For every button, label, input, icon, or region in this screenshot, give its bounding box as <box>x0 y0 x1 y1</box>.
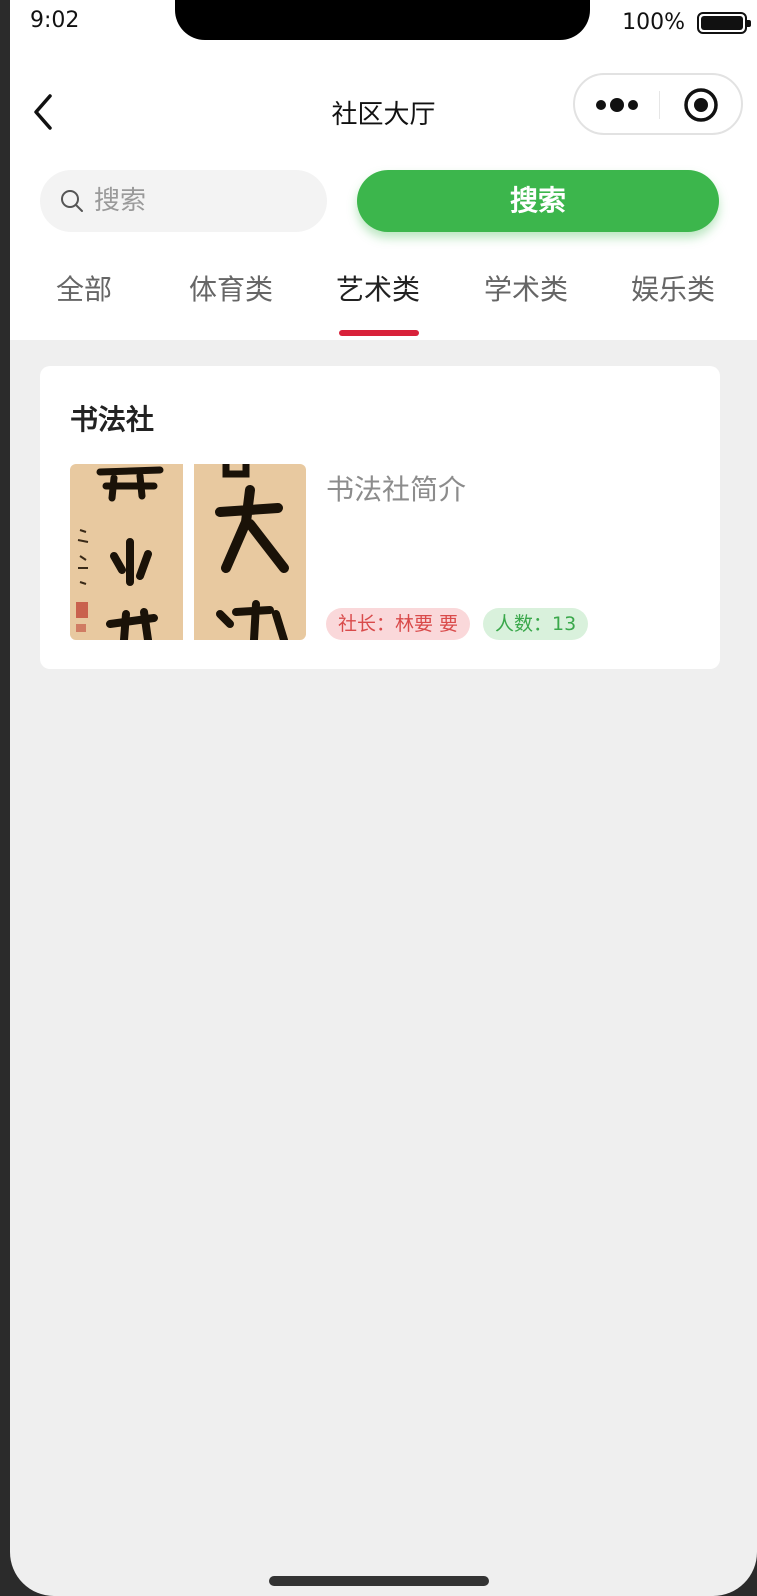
status-time: 9:02 <box>30 8 80 33</box>
battery-icon <box>697 12 751 34</box>
club-intro: 书法社简介 <box>326 473 467 506</box>
home-indicator <box>269 1576 489 1586</box>
tab-sports[interactable]: 体育类 <box>171 268 291 308</box>
leader-badge: 社长：林要 要 <box>326 608 471 640</box>
category-tabs: 全部 体育类 艺术类 学术类 娱乐类 <box>10 268 757 340</box>
device-notch <box>175 0 590 40</box>
club-card[interactable]: 书法社 书法社简介 社长：林要 要 人数：13 <box>40 366 720 669</box>
mini-program-capsule <box>573 73 743 135</box>
close-target-icon[interactable] <box>683 87 719 123</box>
more-dots-icon[interactable] <box>595 95 643 115</box>
capsule-divider <box>659 91 660 119</box>
active-tab-indicator <box>339 330 419 336</box>
member-count-badge: 人数：13 <box>483 608 589 640</box>
phone-screen: 9:02 100% 社区大厅 搜索 全部 体育类 艺术类 学术类 <box>10 0 757 1596</box>
battery-percentage: 100% <box>622 10 685 35</box>
tab-academic[interactable]: 学术类 <box>466 268 586 308</box>
search-icon <box>61 190 83 212</box>
tab-all[interactable]: 全部 <box>24 268 144 308</box>
search-box[interactable] <box>40 170 327 232</box>
search-input[interactable] <box>94 170 314 232</box>
calligraphy-image <box>70 464 306 640</box>
search-button[interactable]: 搜索 <box>357 170 719 232</box>
club-name: 书法社 <box>70 403 155 436</box>
tab-arts[interactable]: 艺术类 <box>318 268 438 308</box>
tab-entertainment[interactable]: 娱乐类 <box>613 268 733 308</box>
